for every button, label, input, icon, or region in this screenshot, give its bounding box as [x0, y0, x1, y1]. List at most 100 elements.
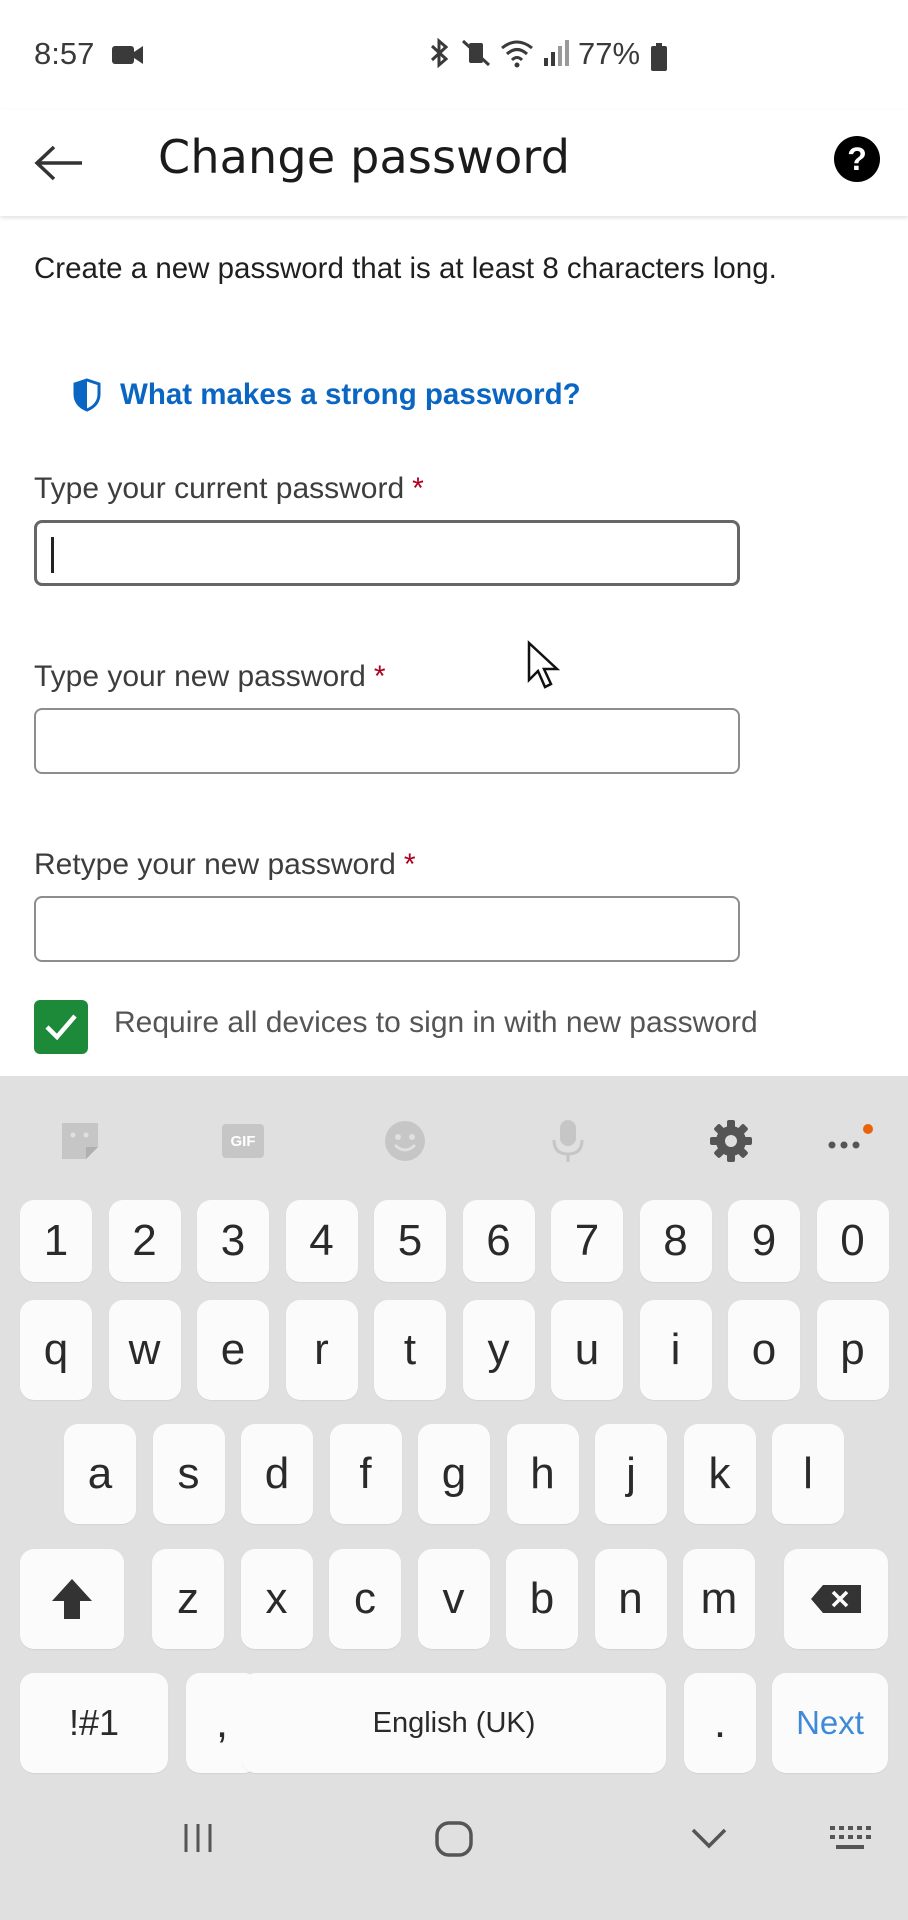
- row_z-key[interactable]: v: [417, 1549, 490, 1649]
- row_q-key[interactable]: p: [816, 1300, 889, 1400]
- checkmark-icon: [45, 1014, 77, 1041]
- current-password-label-text: Type your current password: [34, 472, 405, 505]
- row_z-key[interactable]: c: [329, 1549, 401, 1649]
- app-bar: Change password ?: [0, 110, 908, 216]
- hide-keyboard-icon[interactable]: [690, 1826, 728, 1850]
- shift-icon: [52, 1579, 92, 1619]
- more-icon: [828, 1124, 873, 1149]
- row_q-key[interactable]: i: [639, 1300, 712, 1400]
- current-password-field[interactable]: [34, 520, 740, 586]
- row_a-key[interactable]: g: [418, 1424, 490, 1524]
- gif-button[interactable]: GIF: [218, 1116, 268, 1166]
- row_q-key[interactable]: u: [551, 1300, 623, 1400]
- system-nav-bar: [0, 1776, 908, 1920]
- required-marker: *: [412, 472, 424, 505]
- new-password-label: Type your new password *: [34, 660, 386, 694]
- back-button[interactable]: [34, 138, 90, 188]
- row_a-key[interactable]: j: [595, 1424, 667, 1524]
- page-title: Change password: [158, 130, 571, 184]
- sign-out-devices-checkbox[interactable]: [34, 1000, 88, 1054]
- row_a-key[interactable]: h: [506, 1424, 579, 1524]
- sign-out-devices-label: Require all devices to sign in with new …: [114, 1006, 758, 1039]
- more-options-button[interactable]: [824, 1116, 874, 1166]
- row_numbers-key[interactable]: 8: [639, 1200, 712, 1282]
- row_numbers-key[interactable]: 3: [197, 1200, 269, 1282]
- row_numbers-key[interactable]: 4: [285, 1200, 358, 1282]
- emoji-button[interactable]: [380, 1116, 430, 1166]
- strong-password-link-label: What makes a strong password?: [120, 378, 581, 411]
- row_q-key[interactable]: e: [197, 1300, 269, 1400]
- video-camera-icon: [112, 46, 143, 64]
- text-caret: [51, 537, 54, 573]
- mouse-cursor-icon: [527, 640, 561, 689]
- keyboard-switch-icon[interactable]: [828, 1824, 872, 1852]
- help-icon: ?: [847, 140, 867, 177]
- keyboard-settings-button[interactable]: [706, 1116, 756, 1166]
- row_numbers-key[interactable]: 0: [816, 1200, 889, 1282]
- row_a-key[interactable]: a: [64, 1424, 136, 1524]
- gif-icon-text: GIF: [230, 1132, 256, 1150]
- current-password-label: Type your current password *: [34, 472, 424, 506]
- row_numbers-key[interactable]: 6: [462, 1200, 535, 1282]
- row_a-key[interactable]: d: [241, 1424, 313, 1524]
- backspace-key[interactable]: [784, 1549, 888, 1649]
- settings-icon: [710, 1120, 752, 1162]
- row_z-key[interactable]: z: [152, 1549, 224, 1649]
- sticker-icon: [62, 1123, 98, 1159]
- wifi-icon: [501, 40, 533, 68]
- row_a-key[interactable]: f: [329, 1424, 402, 1524]
- vibrate-mute-icon: [461, 39, 491, 67]
- row_a-key[interactable]: k: [683, 1424, 756, 1524]
- row_q-key[interactable]: y: [462, 1300, 535, 1400]
- row_numbers-key[interactable]: 1: [20, 1200, 92, 1282]
- strong-password-link[interactable]: What makes a strong password?: [72, 378, 581, 412]
- next-key[interactable]: Next: [772, 1673, 888, 1773]
- row_a-key[interactable]: s: [152, 1424, 225, 1524]
- row_q-key[interactable]: q: [20, 1300, 92, 1400]
- row_z-key[interactable]: b: [506, 1549, 578, 1649]
- row_q-key[interactable]: o: [728, 1300, 800, 1400]
- required-marker: *: [373, 660, 386, 693]
- retype-password-field[interactable]: [34, 896, 740, 962]
- retype-password-label-text: Retype your new password: [34, 848, 396, 881]
- retype-password-label: Retype your new password *: [34, 848, 416, 882]
- row_z-key[interactable]: m: [683, 1549, 755, 1649]
- shift-key[interactable]: [20, 1549, 124, 1649]
- new-password-label-text: Type your new password: [34, 660, 366, 693]
- shield-icon: [73, 378, 101, 412]
- new-password-field[interactable]: [34, 708, 740, 774]
- status-bar: 8:57 77%: [0, 0, 908, 110]
- voice-input-button[interactable]: [543, 1116, 593, 1166]
- space-key[interactable]: English (UK): [242, 1673, 666, 1773]
- emoji-icon: [385, 1121, 425, 1161]
- help-button[interactable]: ?: [834, 136, 880, 182]
- row_numbers-key[interactable]: 9: [728, 1200, 800, 1282]
- battery-percent: 77%: [578, 36, 641, 71]
- row_numbers-key[interactable]: 7: [551, 1200, 623, 1282]
- recent-apps-icon[interactable]: [180, 1820, 216, 1856]
- mic-icon: [552, 1120, 584, 1162]
- bluetooth-icon: [430, 38, 449, 68]
- row_q-key[interactable]: t: [374, 1300, 446, 1400]
- row_numbers-key[interactable]: 5: [374, 1200, 446, 1282]
- battery-icon: [651, 43, 667, 71]
- required-marker: *: [403, 848, 416, 881]
- row_q-key[interactable]: w: [108, 1300, 181, 1400]
- status-time: 8:57: [34, 36, 95, 71]
- row_z-key[interactable]: x: [240, 1549, 313, 1649]
- row_a-key[interactable]: l: [772, 1424, 844, 1524]
- sticker-button[interactable]: [55, 1116, 105, 1166]
- status-icons: [428, 38, 572, 68]
- intro-text: Create a new password that is at least 8…: [34, 252, 777, 285]
- signal-icon: [544, 40, 569, 66]
- row_z-key[interactable]: n: [594, 1549, 667, 1649]
- symbols-key[interactable]: !#1: [20, 1673, 168, 1773]
- gif-icon: GIF: [222, 1124, 264, 1158]
- period-key[interactable]: .: [684, 1673, 756, 1773]
- home-icon[interactable]: [434, 1820, 474, 1858]
- backspace-icon: [811, 1585, 861, 1613]
- back-arrow-icon: [34, 145, 82, 181]
- row_numbers-key[interactable]: 2: [108, 1200, 181, 1282]
- row_q-key[interactable]: r: [285, 1300, 358, 1400]
- keyboard-toolbar: GIF: [0, 1076, 908, 1204]
